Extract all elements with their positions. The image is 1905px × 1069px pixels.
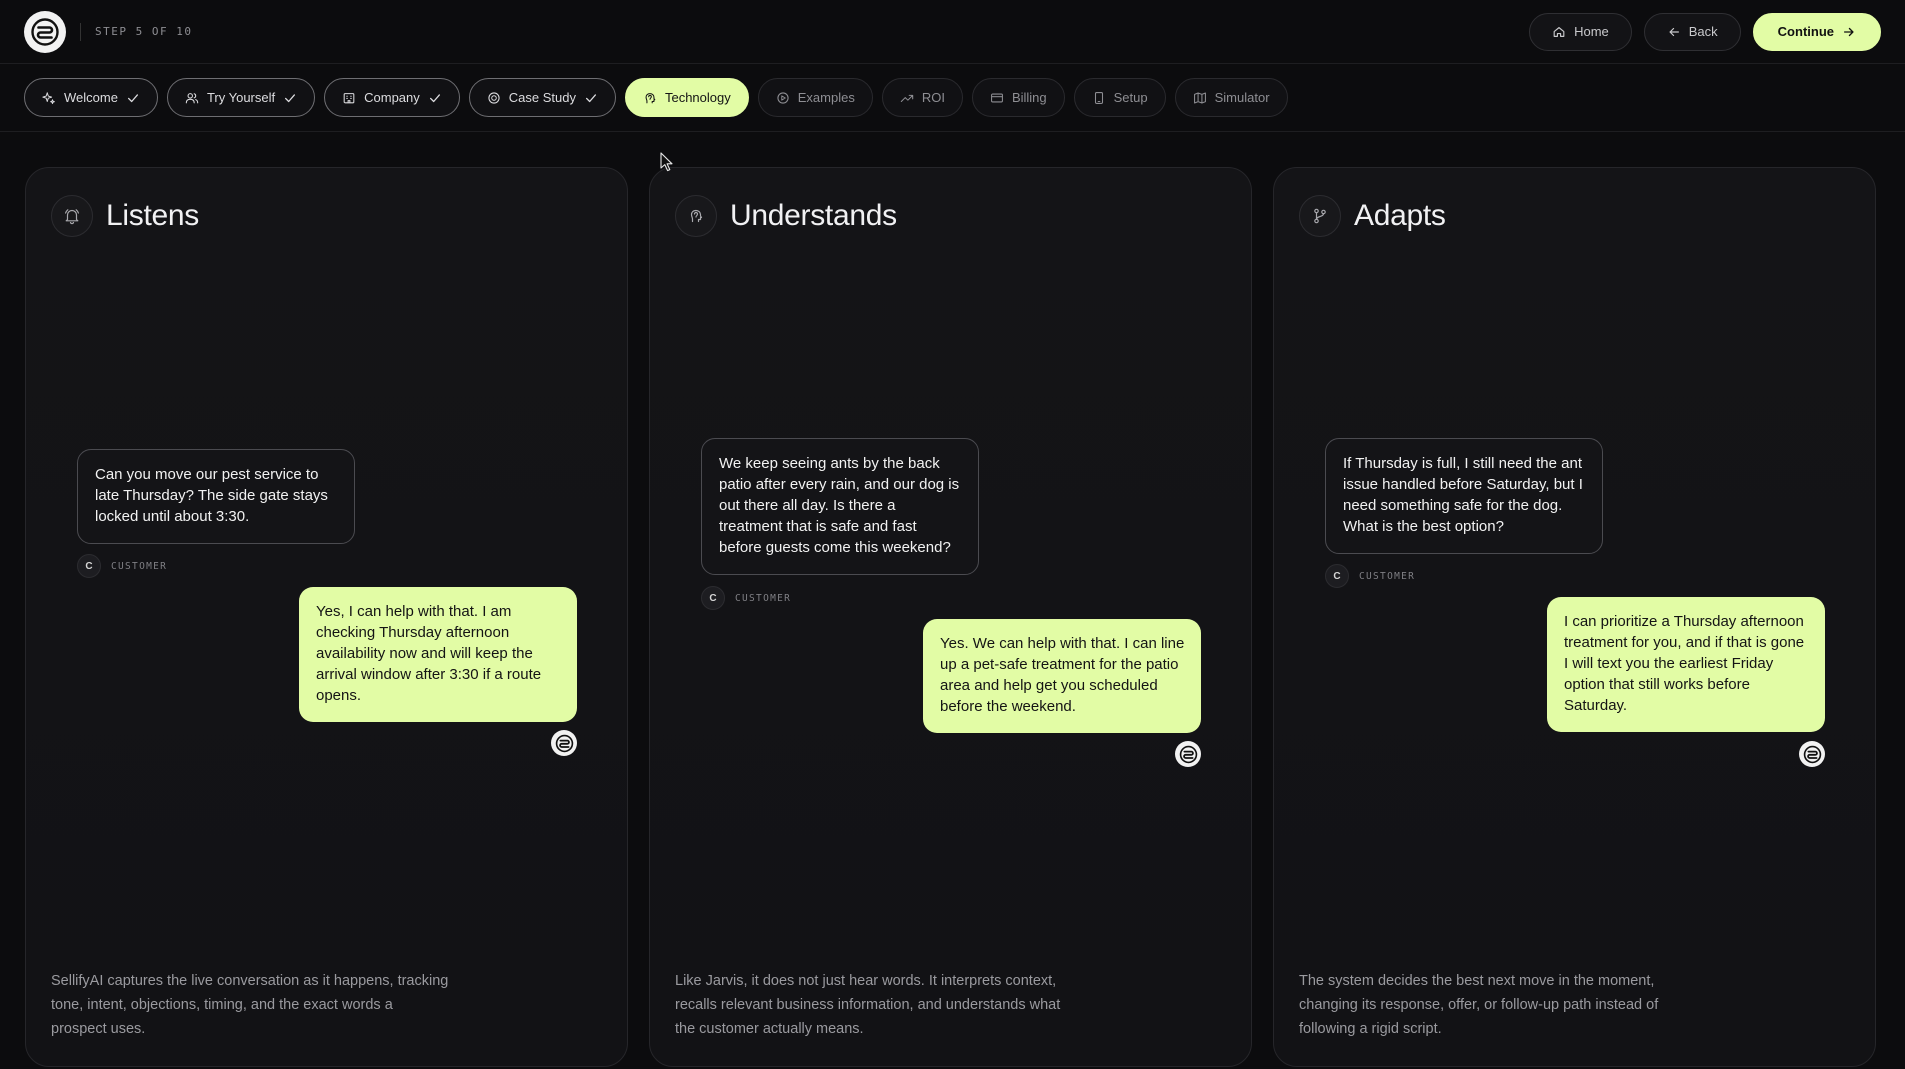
- customer-label: CUSTOMER: [111, 560, 168, 572]
- check-icon: [285, 93, 296, 102]
- agent-avatar: [1175, 741, 1201, 767]
- tab-technology[interactable]: Technology: [624, 78, 749, 117]
- check-icon: [429, 93, 440, 102]
- agent-avatar: [551, 730, 577, 756]
- logo-mark-icon: [1179, 745, 1197, 763]
- card-icon-wrap: [675, 195, 717, 237]
- arrow-left-icon: [1669, 27, 1679, 36]
- card-header: Listens: [51, 195, 199, 237]
- customer-message: If Thursday is full, I still need the an…: [1325, 438, 1603, 554]
- card-adapts: Adapts If Thursday is full, I still need…: [1273, 167, 1876, 1067]
- agent-message: Yes. We can help with that. I can line u…: [923, 619, 1201, 733]
- tab-simulator[interactable]: Simulator: [1174, 78, 1288, 117]
- card-description: Like Jarvis, it does not just hear words…: [675, 973, 1061, 1037]
- play-circle-icon: [777, 91, 789, 104]
- card-header: Adapts: [1299, 195, 1446, 237]
- customer-message: Can you move our pest service to late Th…: [77, 449, 355, 544]
- tab-label: Welcome: [64, 90, 118, 105]
- phone-icon: [1094, 91, 1103, 104]
- customer-tag: C CUSTOMER: [701, 586, 791, 610]
- card-icon-wrap: [51, 195, 93, 237]
- customer-message: We keep seeing ants by the back patio af…: [701, 438, 979, 575]
- coin-icon: [488, 91, 500, 104]
- card-header: Understands: [675, 195, 897, 237]
- card-title: Understands: [730, 199, 897, 232]
- agent-message: I can prioritize a Thursday afternoon tr…: [1547, 597, 1825, 732]
- top-bar: STEP 5 OF 10 Home Back Continue: [0, 0, 1905, 64]
- mouse-cursor-icon: [660, 152, 673, 172]
- tab-examples[interactable]: Examples: [757, 78, 873, 117]
- sparkle-icon: [42, 91, 55, 104]
- home-button[interactable]: Home: [1529, 12, 1632, 51]
- continue-button[interactable]: Continue: [1752, 12, 1881, 51]
- back-button[interactable]: Back: [1643, 12, 1741, 51]
- tab-label: Case Study: [508, 90, 576, 105]
- check-icon: [127, 93, 138, 102]
- card-description: SellifyAI captures the live conversation…: [51, 973, 449, 1037]
- card-understands: Understands We keep seeing ants by the b…: [649, 167, 1252, 1067]
- tab-label: Examples: [797, 90, 855, 105]
- card-title: Listens: [106, 199, 199, 232]
- map-icon: [1193, 91, 1206, 104]
- branch-icon: [1314, 208, 1326, 224]
- tab-try-yourself[interactable]: Try Yourself: [166, 78, 316, 117]
- top-nav: Home Back Continue: [1529, 12, 1881, 51]
- card-listens: Listens Can you move our pest service to…: [25, 167, 628, 1067]
- agent-message: Yes, I can help with that. I am checking…: [299, 587, 577, 722]
- logo-mark-icon: [31, 17, 59, 46]
- tab-label: Technology: [664, 90, 731, 105]
- logo-mark-icon: [555, 734, 573, 752]
- step-indicator: STEP 5 OF 10: [95, 25, 193, 38]
- customer-tag: C CUSTOMER: [1325, 564, 1415, 588]
- building-icon: [343, 92, 355, 103]
- check-icon: [585, 93, 596, 102]
- brain-icon: [645, 92, 656, 103]
- tab-label: Company: [364, 90, 420, 105]
- tab-case-study[interactable]: Case Study: [468, 78, 616, 117]
- sellify-logo[interactable]: [24, 10, 66, 53]
- tab-billing[interactable]: Billing: [971, 78, 1065, 117]
- tab-label: Try Yourself: [206, 90, 276, 105]
- divider: [80, 22, 81, 41]
- back-label: Back: [1688, 24, 1718, 39]
- customer-avatar: C: [701, 586, 725, 610]
- customer-tag: C CUSTOMER: [77, 554, 167, 578]
- step-tabs: Welcome Try Yourself Company Case Study …: [0, 64, 1905, 132]
- tab-company[interactable]: Company: [324, 78, 460, 117]
- customer-label: CUSTOMER: [735, 592, 792, 604]
- card-icon: [991, 93, 1003, 102]
- agent-avatar: [1799, 741, 1825, 767]
- tab-label: ROI: [921, 90, 945, 105]
- bell-icon: [65, 209, 79, 225]
- arrow-right-icon: [1843, 27, 1854, 36]
- card-icon-wrap: [1299, 195, 1341, 237]
- home-icon: [1553, 26, 1565, 37]
- home-label: Home: [1574, 24, 1609, 39]
- card-description: The system decides the best next move in…: [1299, 973, 1659, 1037]
- tab-roi[interactable]: ROI: [881, 78, 963, 117]
- tab-label: Simulator: [1214, 90, 1270, 105]
- customer-avatar: C: [77, 554, 101, 578]
- brain-icon: [690, 209, 703, 223]
- customer-avatar: C: [1325, 564, 1349, 588]
- tab-welcome[interactable]: Welcome: [24, 78, 158, 117]
- tab-label: Setup: [1113, 90, 1148, 105]
- customer-label: CUSTOMER: [1359, 570, 1416, 582]
- tab-setup[interactable]: Setup: [1073, 78, 1166, 117]
- logo-mark-icon: [1803, 745, 1821, 763]
- trend-up-icon: [900, 94, 914, 102]
- continue-label: Continue: [1777, 24, 1834, 39]
- card-title: Adapts: [1354, 199, 1446, 232]
- tab-label: Billing: [1011, 90, 1047, 105]
- users-icon: [185, 92, 199, 103]
